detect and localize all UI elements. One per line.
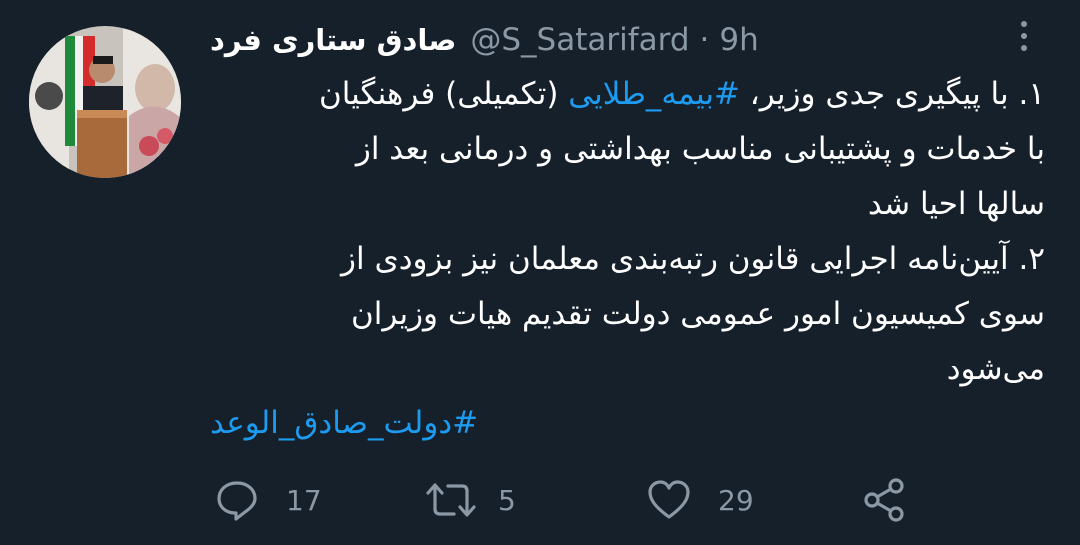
like-count: 29: [718, 483, 754, 517]
tweet-actions: 17 5 29: [0, 470, 1080, 530]
tweet-body: ۱. با پیگیری جدی وزیر، #بیمه_طلایی (تکمی…: [205, 67, 1045, 397]
author-name[interactable]: صادق ستاری فرد: [210, 23, 456, 57]
retweet-count: 5: [498, 483, 516, 517]
reply-button[interactable]: 17: [214, 470, 322, 530]
hashtag-link[interactable]: #بیمه_طلایی: [568, 76, 740, 112]
more-options-icon[interactable]: [1008, 16, 1040, 56]
avatar[interactable]: [29, 26, 181, 178]
avatar-photo: [29, 26, 181, 178]
tweet-line-1: ۱. با پیگیری جدی وزیر، #بیمه_طلایی (تکمی…: [205, 67, 1045, 122]
like-button[interactable]: 29: [646, 470, 754, 530]
tweet-line-3: سالها احیا شد: [867, 186, 1045, 222]
tweet-line-2: با خدمات و پشتیبانی مناسب بهداشتی و درما…: [355, 131, 1045, 167]
heart-icon: [646, 477, 692, 523]
tweet-line-1-start: ۱. با پیگیری جدی وزیر،: [739, 76, 1045, 112]
footer-hashtag-link[interactable]: #دولت_صادق_الوعد: [210, 405, 478, 441]
retweet-button[interactable]: 5: [424, 470, 516, 530]
tweet-line-6: می‌شود: [946, 351, 1045, 387]
tweet-line-1-end: (تکمیلی) فرهنگیان: [318, 76, 569, 112]
reply-count: 17: [286, 483, 322, 517]
share-button[interactable]: [862, 470, 908, 530]
separator-dot: ·: [699, 22, 710, 58]
tweet-header: صادق ستاری فرد @S_Satarifard · 9h: [210, 18, 759, 62]
reply-icon: [214, 477, 260, 523]
retweet-icon: [424, 477, 478, 523]
tweet-time[interactable]: 9h: [719, 22, 758, 58]
tweet-line-4: ۲. آیین‌نامه اجرایی قانون رتبه‌بندی معلم…: [341, 241, 1045, 277]
footer-hashtag-row: #دولت_صادق_الوعد: [210, 398, 610, 448]
share-icon: [862, 477, 908, 523]
author-handle[interactable]: @S_Satarifard: [470, 22, 689, 58]
tweet-line-5: سوی کمیسیون امور عمومی دولت تقدیم هیات و…: [350, 296, 1045, 332]
